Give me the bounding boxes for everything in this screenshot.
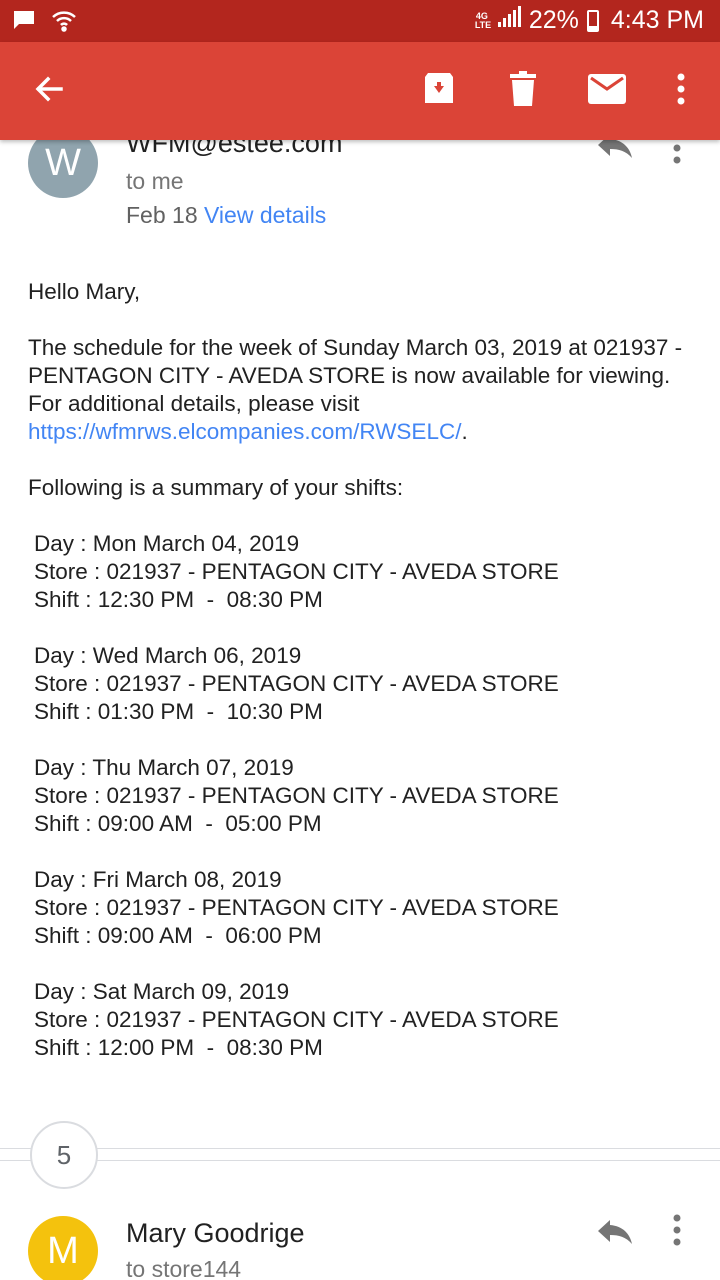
sender-avatar[interactable]: M [28, 1216, 98, 1280]
vertical-dots-icon [672, 1214, 682, 1250]
reply-button[interactable] [596, 140, 634, 165]
schedule-url-link[interactable]: https://wfmrws.elcompanies.com/RWSELC/ [28, 419, 461, 444]
shift-time: Shift : 09:00 AM - 05:00 PM [34, 811, 322, 836]
shift-day: Day : Fri March 08, 2019 [34, 867, 282, 892]
more-options-button[interactable] [656, 66, 706, 116]
reply-icon [596, 1220, 634, 1250]
delete-button[interactable] [498, 66, 548, 116]
vertical-dots-icon [676, 73, 686, 110]
reply-button[interactable] [596, 1216, 634, 1251]
clock: 4:43 PM [610, 6, 704, 34]
shift-entry: Day : Mon March 04, 2019 Store : 021937 … [34, 530, 708, 614]
shift-time: Shift : 01:30 PM - 10:30 PM [34, 699, 323, 724]
date-line: Feb 18 View details [126, 202, 326, 229]
message-header: W WFM@estee.com to me Feb 18 View detail… [0, 140, 720, 240]
thread-divider [0, 1160, 720, 1161]
shift-entry: Day : Fri March 08, 2019 Store : 021937 … [34, 866, 708, 950]
archive-icon [421, 71, 457, 112]
next-sender-name[interactable]: Mary Goodrige [126, 1218, 305, 1249]
recipient-line: to me [126, 168, 184, 194]
avatar-letter: M [47, 1229, 79, 1272]
sender-avatar[interactable]: W [28, 140, 98, 198]
shift-entry: Day : Sat March 09, 2019 Store : 021937 … [34, 978, 708, 1062]
arrow-back-icon [33, 73, 65, 110]
sender-email: WFM@estee.com [126, 140, 343, 158]
mark-unread-button[interactable] [582, 66, 632, 116]
battery-icon [586, 9, 599, 32]
signal-icon [497, 6, 521, 35]
collapsed-messages-count[interactable]: 5 [30, 1121, 98, 1189]
trash-icon [508, 70, 538, 112]
shift-store: Store : 021937 - PENTAGON CITY - AVEDA S… [34, 783, 559, 808]
message-body: Hello Mary, The schedule for the week of… [28, 278, 708, 1090]
archive-button[interactable] [414, 66, 464, 116]
reply-icon [596, 140, 634, 164]
intro-text: The schedule for the week of Sunday Marc… [28, 335, 683, 416]
shift-entry: Day : Wed March 06, 2019 Store : 021937 … [34, 642, 708, 726]
wifi-hotspot-icon [50, 8, 78, 37]
message-more-button[interactable] [672, 1214, 682, 1251]
shift-entry: Day : Thu March 07, 2019 Store : 021937 … [34, 754, 708, 838]
shift-day: Day : Mon March 04, 2019 [34, 531, 300, 556]
battery-percent: 22% [528, 6, 579, 34]
intro-paragraph: The schedule for the week of Sunday Marc… [28, 334, 708, 446]
shift-day: Day : Wed March 06, 2019 [34, 643, 302, 668]
shift-day: Day : Sat March 09, 2019 [34, 979, 290, 1004]
shift-day: Day : Thu March 07, 2019 [34, 755, 294, 780]
status-bar: 4G LTE 22% 4:43 PM [0, 0, 720, 42]
summary-heading: Following is a summary of your shifts: [28, 475, 404, 500]
shift-store: Store : 021937 - PENTAGON CITY - AVEDA S… [34, 1007, 559, 1032]
message-more-button[interactable] [672, 140, 682, 169]
message-notification-icon [12, 9, 36, 36]
shift-time: Shift : 09:00 AM - 06:00 PM [34, 923, 322, 948]
envelope-icon [588, 73, 626, 109]
thread-divider [0, 1148, 720, 1149]
message-date: Feb 18 [126, 202, 198, 228]
view-details-link[interactable]: View details [204, 202, 326, 228]
vertical-dots-icon [672, 144, 682, 168]
app-bar [0, 42, 720, 140]
network-type-indicator: 4G LTE [474, 10, 492, 30]
next-recipient-line: to store144 [126, 1256, 242, 1280]
shift-time: Shift : 12:00 PM - 08:30 PM [34, 1035, 323, 1060]
back-button[interactable] [24, 66, 74, 116]
intro-end: . [461, 419, 468, 444]
shift-store: Store : 021937 - PENTAGON CITY - AVEDA S… [34, 671, 559, 696]
shift-time: Shift : 12:30 PM - 08:30 PM [34, 587, 323, 612]
avatar-letter: W [45, 141, 81, 184]
shift-store: Store : 021937 - PENTAGON CITY - AVEDA S… [34, 895, 559, 920]
greeting: Hello Mary, [28, 279, 141, 304]
shift-store: Store : 021937 - PENTAGON CITY - AVEDA S… [34, 559, 559, 584]
